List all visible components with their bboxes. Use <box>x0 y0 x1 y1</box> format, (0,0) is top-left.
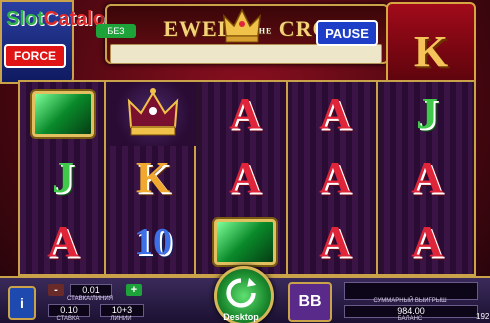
letter-a: A <box>319 217 351 266</box>
spin-label: Desktop <box>223 312 259 322</box>
symbol-a: A <box>202 146 288 210</box>
symbol-ten: 10 <box>110 210 196 274</box>
coin-plus-button[interactable]: + <box>126 284 142 296</box>
corner-number: 192 <box>476 312 490 321</box>
lines-caption: ЛИНИИ <box>110 316 132 322</box>
symbol-a: A <box>292 146 378 210</box>
header: SlotCatalog EWEL IN THE CRO БЕЗ FORCE PA… <box>0 0 490 86</box>
corner-k-symbol: K <box>386 2 476 86</box>
symbol-a: A <box>384 210 470 274</box>
crown-icon <box>127 88 179 136</box>
symbol-a: A <box>384 146 470 210</box>
symbol-j: J <box>20 146 106 210</box>
letter-a: A <box>411 217 443 266</box>
letter-a: A <box>319 89 351 138</box>
letter-a: A <box>319 153 351 202</box>
total-win-caption: СУММАРНЫЙ ВЫИГРЫШ <box>373 298 447 304</box>
symbol-k: K <box>110 146 196 210</box>
reel-4: A A A <box>292 82 378 274</box>
symbol-emerald <box>20 82 106 146</box>
refresh-icon <box>226 277 257 308</box>
bb-button[interactable]: BB <box>288 282 332 322</box>
letter-a: A <box>229 89 261 138</box>
balance-caption: БАЛАНС <box>397 316 423 322</box>
symbol-a: A <box>292 82 378 146</box>
symbol-j: J <box>384 82 470 146</box>
bet-caption: СТАВКА <box>56 316 80 322</box>
green-button[interactable]: БЕЗ <box>96 24 136 38</box>
reel-3: A A <box>202 82 288 274</box>
reel-5: J A A <box>384 82 472 274</box>
coin-caption: СТАВКА/ЛИНИЯ <box>67 296 113 302</box>
symbol-crown <box>110 82 196 146</box>
emerald-icon <box>214 219 276 265</box>
reel-area: J A K 10 A A A A A J A A <box>18 80 476 276</box>
symbol-emerald <box>202 210 288 274</box>
letter-j: J <box>52 153 74 202</box>
letter-a: A <box>411 153 443 202</box>
pause-button[interactable]: PAUSE <box>316 20 378 46</box>
symbol-a: A <box>20 210 106 274</box>
info-button[interactable]: i <box>8 286 36 320</box>
corner-k-letter: K <box>413 27 449 76</box>
message-banner <box>110 44 382 64</box>
letter-j: J <box>416 89 438 138</box>
emerald-icon <box>32 91 94 137</box>
number-ten: 10 <box>134 221 172 263</box>
force-button[interactable]: FORCE <box>4 44 66 68</box>
coin-minus-button[interactable]: - <box>48 284 64 296</box>
symbol-a: A <box>202 82 288 146</box>
symbol-a: A <box>292 210 378 274</box>
crown-icon <box>223 8 261 43</box>
letter-a: A <box>47 217 79 266</box>
logo-slot-text: Slot <box>6 8 44 30</box>
reel-2: K 10 <box>110 82 196 274</box>
reel-1: J A <box>20 82 106 274</box>
letter-a: A <box>229 153 261 202</box>
game-screen: SlotCatalog EWEL IN THE CRO БЕЗ FORCE PA… <box>0 0 490 323</box>
letter-k: K <box>135 153 171 202</box>
